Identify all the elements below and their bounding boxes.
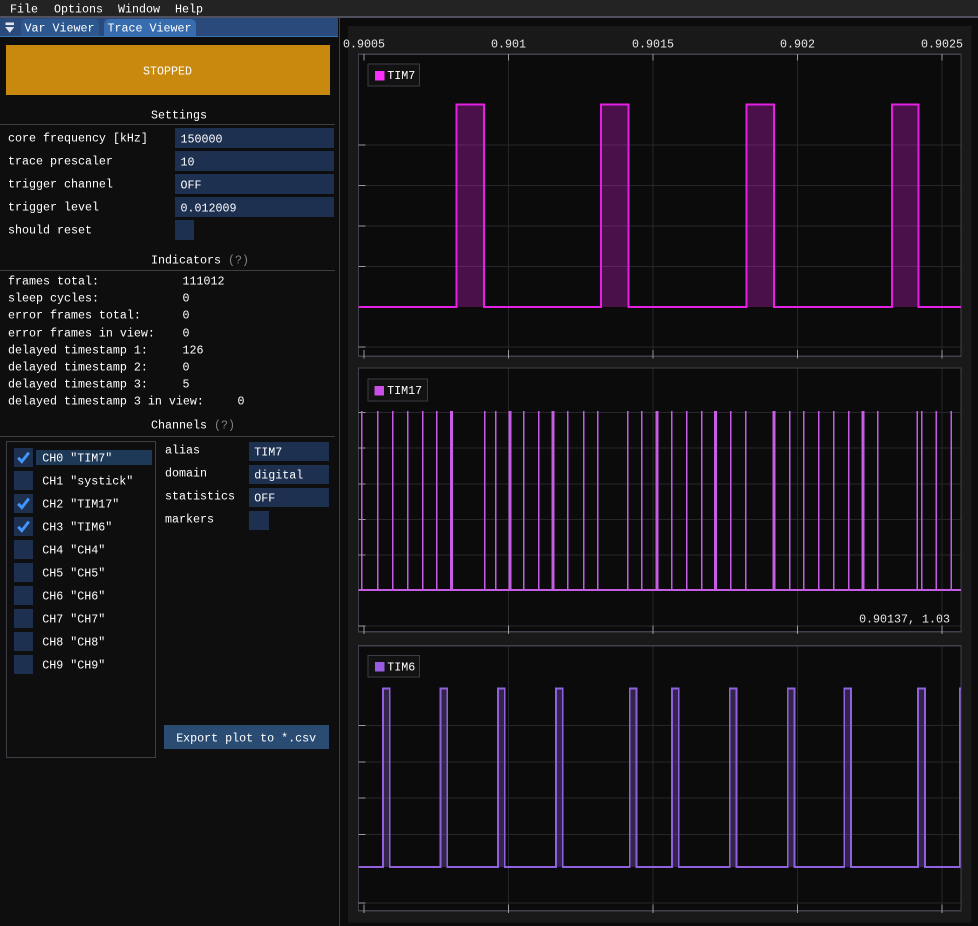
svg-text:0.901: 0.901 — [491, 38, 526, 52]
svg-text:TIM6: TIM6 — [387, 661, 415, 675]
svg-text:0.90137, 1.03: 0.90137, 1.03 — [859, 613, 950, 627]
svg-text:TIM7: TIM7 — [387, 69, 415, 83]
svg-text:TIM17: TIM17 — [387, 384, 422, 398]
svg-text:0.9005: 0.9005 — [343, 38, 385, 52]
svg-text:0.902: 0.902 — [780, 38, 815, 52]
svg-text:0.9025: 0.9025 — [921, 38, 963, 52]
svg-text:0.9015: 0.9015 — [632, 38, 674, 52]
